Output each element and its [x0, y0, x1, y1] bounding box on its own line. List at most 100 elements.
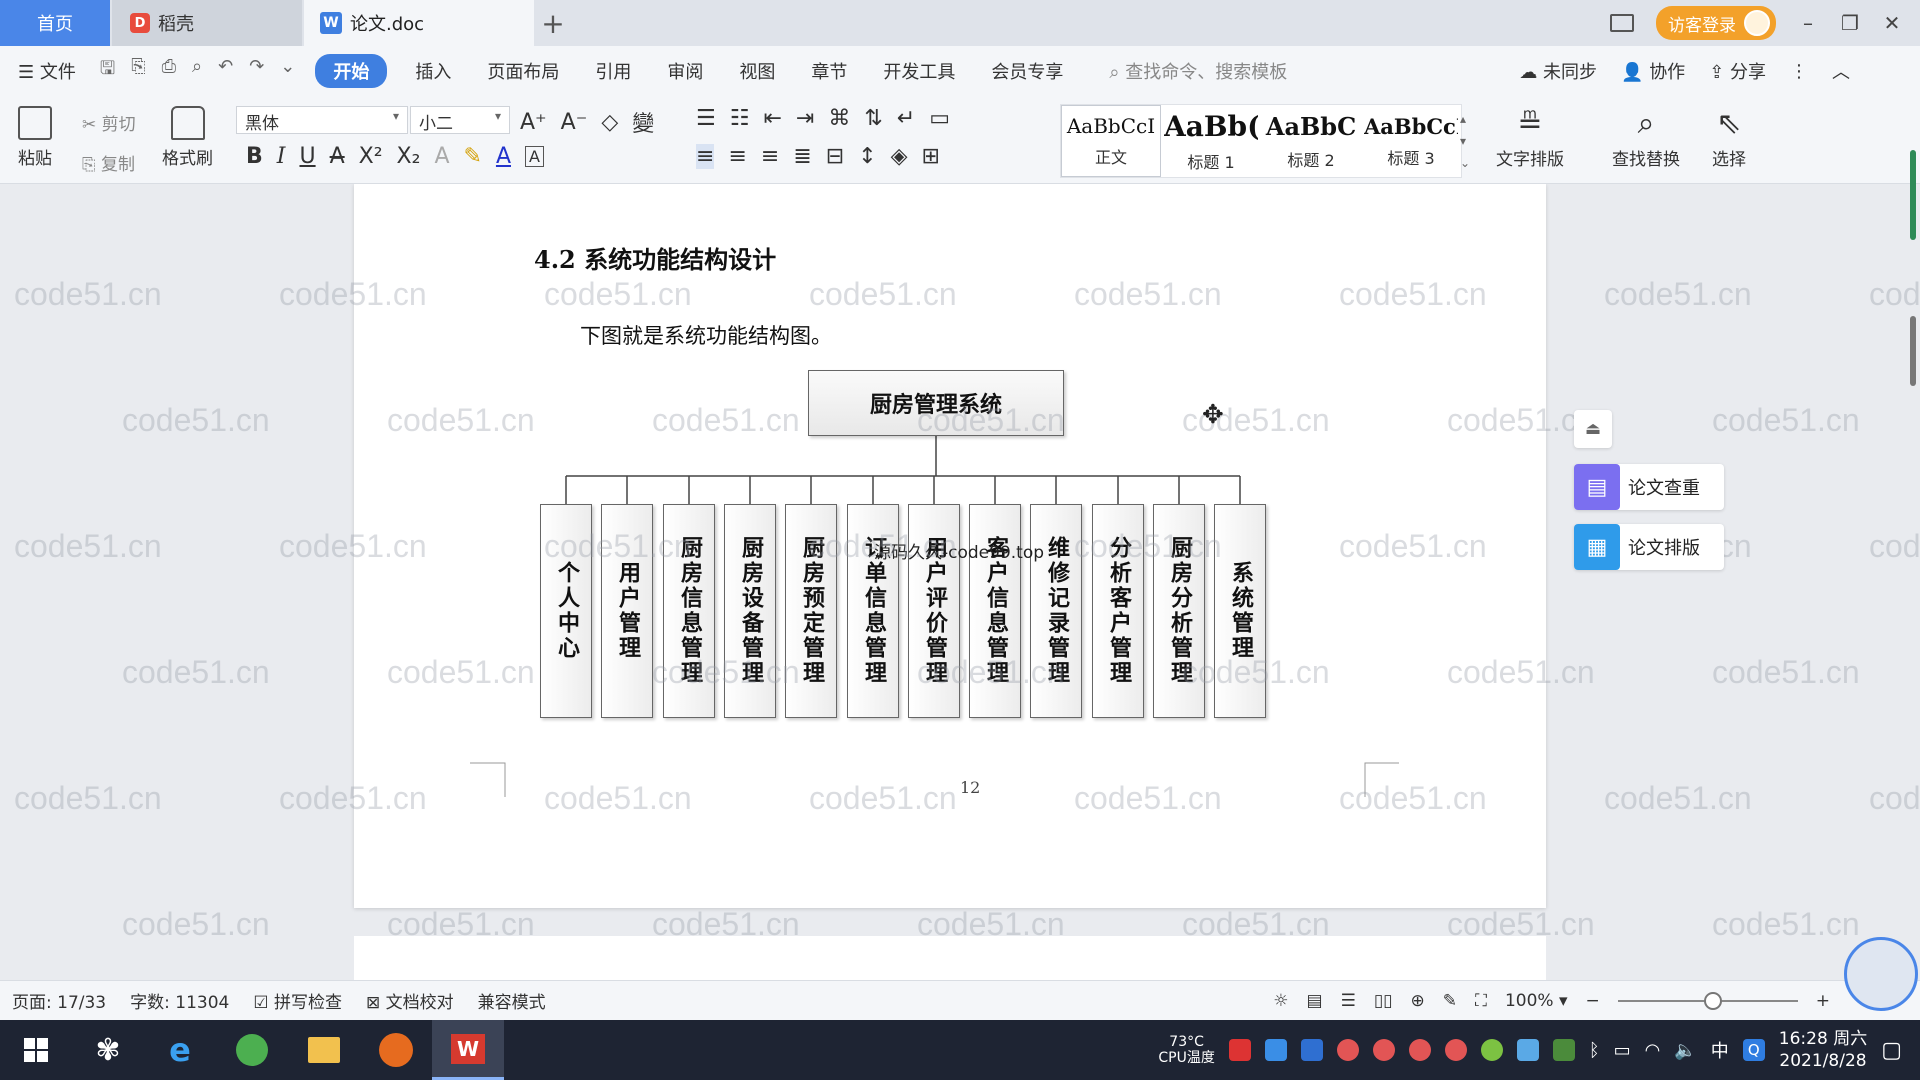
undo-icon[interactable]: ↶	[218, 56, 233, 86]
align-left-icon[interactable]: ≡	[696, 144, 715, 169]
reading-view-icon[interactable]: ▯▯	[1374, 991, 1393, 1011]
taskbar-app-browser[interactable]	[216, 1020, 288, 1080]
file-menu[interactable]: ☰ 文件	[0, 58, 94, 84]
shrink-font-icon[interactable]: A⁻	[561, 110, 588, 135]
web-view-icon[interactable]: ⊕	[1411, 991, 1425, 1011]
customize-icon[interactable]: ⌄	[280, 56, 295, 86]
search-app-icon[interactable]: Q	[1742, 1039, 1765, 1061]
bullet-list-icon[interactable]: ☰	[696, 106, 716, 131]
zoom-level[interactable]: 100% ▾	[1505, 991, 1568, 1011]
new-tab-button[interactable]: +	[540, 0, 566, 46]
increase-indent-icon[interactable]: ⇥	[796, 106, 814, 131]
menu-references[interactable]: 引用	[577, 58, 649, 84]
style-heading-3[interactable]: AaBbCcI 标题 3	[1361, 105, 1461, 177]
copy-button[interactable]: ⎘ 复制	[82, 150, 135, 175]
taskbar-app-wps[interactable]: W	[432, 1020, 504, 1080]
document-area[interactable]: 4.2 系统功能结构设计 下图就是系统功能结构图。 厨房管理系统 个人中心 用户管…	[0, 184, 1920, 980]
eye-protect-icon[interactable]: ☼	[1273, 991, 1288, 1011]
align-right-icon[interactable]: ≡	[761, 144, 779, 169]
borders-icon[interactable]: ⊞	[922, 144, 940, 169]
ime-indicator[interactable]: 中	[1711, 1037, 1729, 1063]
minimize-button[interactable]: –	[1798, 11, 1818, 35]
print-preview-icon[interactable]: ⌕	[192, 56, 202, 86]
proofread-button[interactable]: ⊠ 文档校对	[354, 988, 466, 1013]
zoom-out-button[interactable]: −	[1586, 991, 1600, 1011]
style-heading-1[interactable]: AaBb( 标题 1	[1161, 105, 1261, 177]
qq-icon[interactable]	[1336, 1039, 1359, 1061]
shield-icon[interactable]	[1300, 1039, 1323, 1061]
zoom-slider-thumb[interactable]	[1703, 992, 1722, 1010]
taskbar-app-pinwheel[interactable]: ✾	[72, 1020, 144, 1080]
tray-app-icon[interactable]	[1228, 1039, 1251, 1061]
taskbar-app-explorer[interactable]	[288, 1020, 360, 1080]
menu-insert[interactable]: 插入	[397, 58, 469, 84]
numbered-list-icon[interactable]: ☷	[730, 106, 750, 131]
shading-icon[interactable]: ◈	[891, 144, 908, 169]
page-indicator[interactable]: 页面: 17/33	[0, 988, 118, 1013]
share-button[interactable]: ⇪ 分享	[1709, 58, 1766, 84]
vertical-scrollbar[interactable]	[1906, 150, 1920, 980]
tab-document[interactable]: W 论文.doc	[304, 0, 534, 46]
menu-page-layout[interactable]: 页面布局	[469, 58, 577, 84]
fit-page-icon[interactable]: ⛶	[1475, 991, 1487, 1011]
show-marks-icon[interactable]: ↵	[897, 106, 915, 131]
tray-app-icon[interactable]	[1264, 1039, 1287, 1061]
more-icon[interactable]: ⋮	[1790, 61, 1808, 82]
restore-button[interactable]: ❐	[1840, 11, 1860, 35]
text-effect-icon[interactable]: A	[434, 144, 449, 169]
subscript-icon[interactable]: X₂	[397, 144, 421, 169]
next-page[interactable]	[354, 936, 1546, 980]
menu-view[interactable]: 视图	[721, 58, 793, 84]
font-name-select[interactable]: 黑体 ▾	[236, 106, 408, 134]
strikethrough-icon[interactable]: A	[330, 144, 345, 169]
save-icon[interactable]: 🖫	[100, 56, 115, 86]
volume-icon[interactable]: 🔈	[1674, 1040, 1696, 1061]
format-painter-button[interactable]: 格式刷	[162, 106, 213, 169]
notification-icon[interactable]: ▢	[1881, 1038, 1902, 1063]
wifi-icon[interactable]: ◠	[1645, 1040, 1661, 1061]
print-icon[interactable]: ⎙	[162, 56, 176, 86]
outline-view-icon[interactable]: ☰	[1341, 991, 1356, 1011]
collapse-ribbon-icon[interactable]: ︿	[1832, 58, 1850, 84]
chinese-layout-icon[interactable]: ⌘	[828, 106, 850, 131]
table-ruler-icon[interactable]: ▭	[929, 106, 950, 131]
thesis-layout-button[interactable]: ▦ 论文排版	[1574, 524, 1724, 570]
zoom-slider[interactable]	[1617, 992, 1798, 1010]
distribute-icon[interactable]: ⊟	[826, 144, 844, 169]
justify-icon[interactable]: ≣	[793, 144, 811, 169]
word-count[interactable]: 字数: 11304	[118, 988, 241, 1013]
side-panel-collapse[interactable]: ⏏	[1574, 410, 1612, 448]
font-size-select[interactable]: 小二 ▾	[410, 106, 510, 134]
text-layout-button[interactable]: ≞ 文字排版	[1496, 106, 1564, 170]
find-replace-button[interactable]: ⌕ 查找替换	[1612, 106, 1680, 170]
qq-icon[interactable]	[1444, 1039, 1467, 1061]
menu-developer[interactable]: 开发工具	[865, 58, 973, 84]
clock[interactable]: 16:28 周六 2021/8/28	[1779, 1028, 1867, 1072]
taskbar-app-ie[interactable]: e	[144, 1020, 216, 1080]
thesis-check-button[interactable]: ▤ 论文查重	[1574, 464, 1724, 510]
superscript-icon[interactable]: X²	[359, 144, 383, 169]
underline-icon[interactable]: U	[299, 144, 315, 169]
nvidia-icon[interactable]	[1552, 1039, 1575, 1061]
phonetic-icon[interactable]: 變	[632, 106, 654, 138]
tray-app-icon[interactable]	[1516, 1039, 1539, 1061]
clear-format-icon[interactable]: ◇	[601, 110, 618, 135]
document-page[interactable]: 4.2 系统功能结构设计 下图就是系统功能结构图。 厨房管理系统 个人中心 用户管…	[354, 184, 1546, 908]
bluetooth-icon[interactable]: ᛒ	[1589, 1040, 1600, 1061]
qq-icon[interactable]	[1372, 1039, 1395, 1061]
cpu-temperature[interactable]: 73°C CPU温度	[1158, 1034, 1214, 1066]
sort-icon[interactable]: ⇅	[864, 106, 882, 131]
assistant-avatar[interactable]	[1844, 937, 1918, 1011]
cut-button[interactable]: ✂ 剪切	[82, 110, 136, 135]
battery-icon[interactable]: ▭	[1614, 1040, 1631, 1061]
start-button[interactable]	[0, 1020, 72, 1080]
styles-scroll[interactable]: ▴ ▾ ⌄	[1460, 108, 1470, 174]
decrease-indent-icon[interactable]: ⇤	[763, 106, 781, 131]
paste-button[interactable]: 粘贴	[18, 106, 52, 169]
select-button[interactable]: ⇖ 选择	[1712, 106, 1746, 170]
menu-member[interactable]: 会员专享	[973, 58, 1081, 84]
tab-daoke[interactable]: D 稻壳	[112, 0, 302, 46]
menu-start[interactable]: 开始	[315, 54, 388, 88]
write-mode-icon[interactable]: ✎	[1443, 991, 1457, 1011]
grow-font-icon[interactable]: A⁺	[520, 110, 547, 135]
